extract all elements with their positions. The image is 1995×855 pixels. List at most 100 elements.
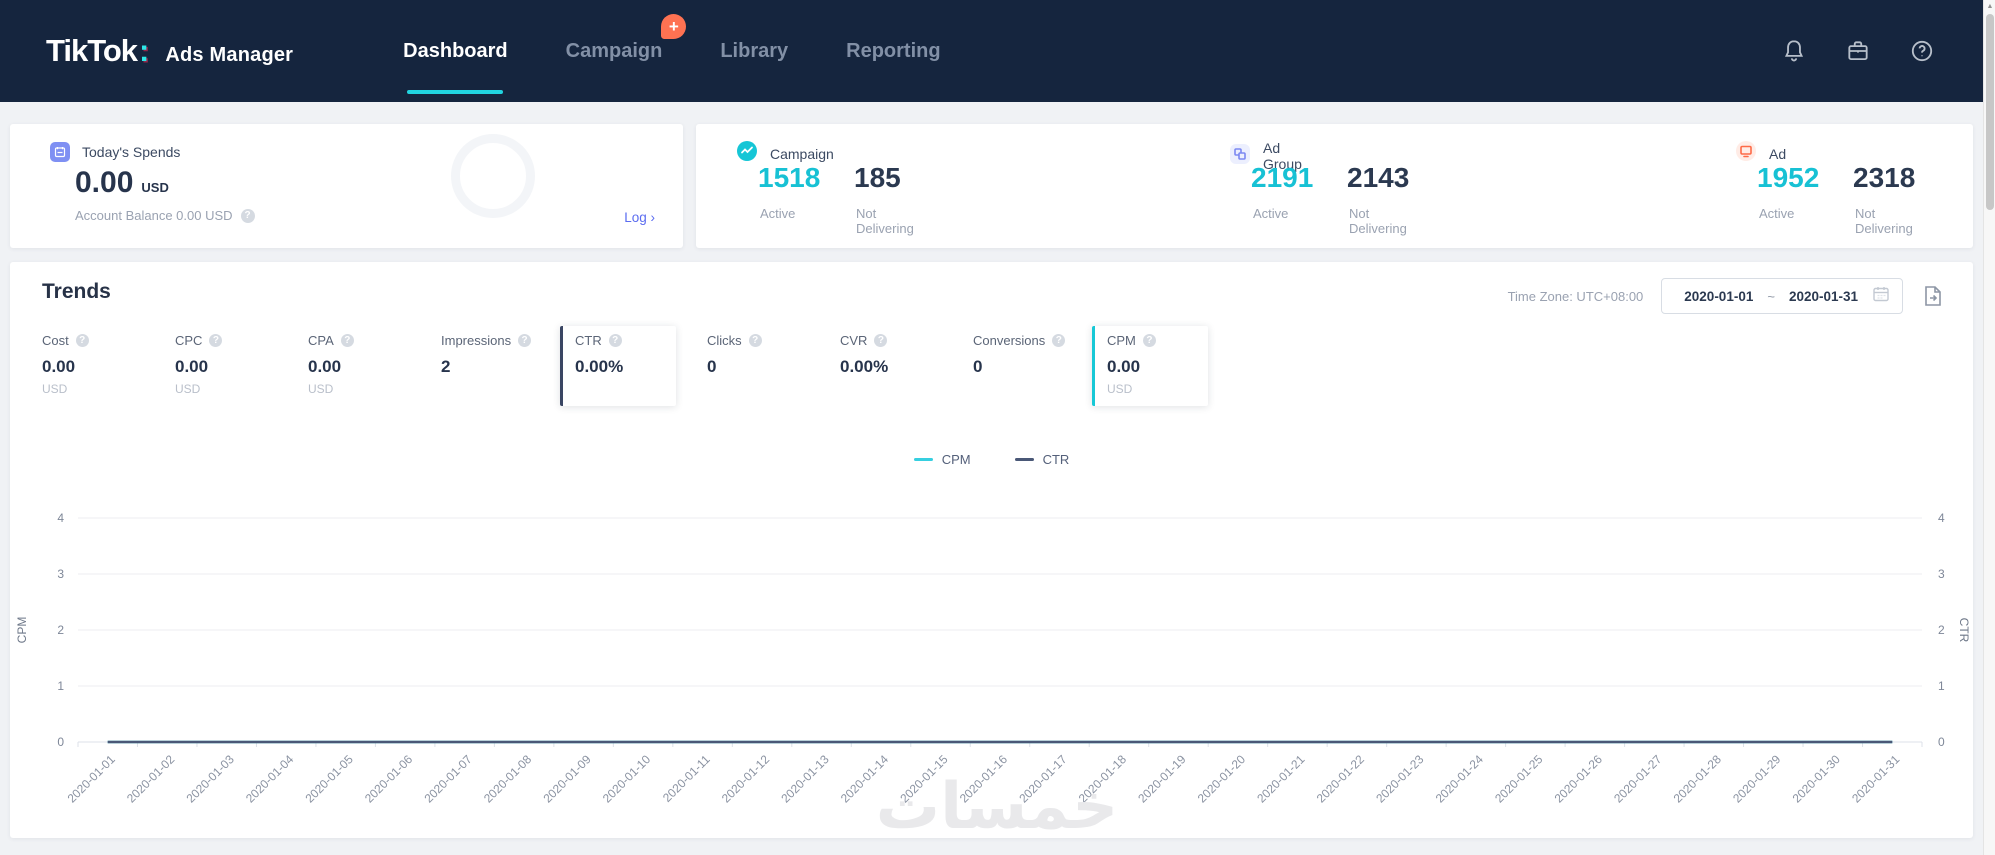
x-axis-label: 2020-01-20 bbox=[1195, 752, 1249, 806]
x-axis-label: 2020-01-29 bbox=[1730, 752, 1784, 806]
y-axis-tick-right: 4 bbox=[1938, 511, 1945, 525]
not-delivering-count[interactable]: 185 bbox=[854, 162, 901, 194]
metric-info-icon[interactable]: ? bbox=[874, 334, 888, 347]
bell-icon[interactable] bbox=[1781, 38, 1807, 64]
spends-title: Today's Spends bbox=[82, 144, 181, 160]
legend-item-ctr[interactable]: CTR bbox=[1014, 452, 1070, 467]
x-axis-label: 2020-01-24 bbox=[1433, 752, 1487, 806]
metric-unit: USD bbox=[42, 382, 68, 396]
not-delivering-count[interactable]: 2318 bbox=[1853, 162, 1915, 194]
not-delivering-count[interactable]: 2143 bbox=[1347, 162, 1409, 194]
briefcase-icon[interactable] bbox=[1845, 38, 1871, 64]
x-axis-label: 2020-01-10 bbox=[600, 752, 654, 806]
not-delivering-label: Not Delivering bbox=[1855, 206, 1913, 236]
date-end[interactable]: 2020-01-31 bbox=[1789, 289, 1858, 304]
balance-info-icon[interactable]: ? bbox=[240, 208, 255, 223]
active-count[interactable]: 1952 bbox=[1757, 162, 1819, 194]
metric-card-cvr[interactable]: CVR? 0.00% bbox=[826, 326, 942, 406]
legend-line-swatch bbox=[913, 458, 933, 461]
nav-tab-library[interactable]: Library bbox=[720, 0, 788, 102]
x-axis-label: 2020-01-21 bbox=[1254, 752, 1308, 806]
metric-info-icon[interactable]: ? bbox=[340, 334, 354, 347]
scrollbar-thumb[interactable] bbox=[1985, 14, 1994, 210]
not-delivering-label: Not Delivering bbox=[1349, 206, 1407, 236]
logo-colon: : bbox=[139, 33, 150, 68]
metric-label: Clicks bbox=[707, 333, 742, 348]
x-axis-label: 2020-01-01 bbox=[65, 752, 119, 806]
metric-value: 0 bbox=[973, 357, 983, 376]
active-label: Active bbox=[1759, 206, 1795, 221]
x-axis-label: 2020-01-03 bbox=[184, 752, 238, 806]
metric-info-icon[interactable]: ? bbox=[209, 334, 223, 347]
metric-label: CPA bbox=[308, 333, 334, 348]
y-axis-tick-right: 0 bbox=[1938, 735, 1945, 749]
metric-info-icon[interactable]: ? bbox=[518, 334, 532, 347]
metric-value: 2 bbox=[441, 357, 451, 376]
metric-value: 0.00 bbox=[175, 357, 209, 376]
metric-card-conversions[interactable]: Conversions? 0 bbox=[959, 326, 1075, 406]
metric-card-cost[interactable]: Cost? 0.00 USD bbox=[28, 326, 144, 406]
nav-tab-campaign[interactable]: Campaign + bbox=[566, 0, 687, 102]
new-feature-badge: + bbox=[661, 14, 687, 39]
y-axis-title-left: CPM bbox=[15, 617, 29, 644]
metric-info-icon[interactable]: ? bbox=[1052, 334, 1066, 347]
metric-info-icon[interactable]: ? bbox=[608, 334, 622, 347]
active-count[interactable]: 1518 bbox=[758, 162, 820, 194]
metric-card-ctr[interactable]: CTR? 0.00% bbox=[560, 326, 676, 406]
page-scrollbar[interactable]: ▲ bbox=[1983, 0, 1995, 855]
legend-line-swatch bbox=[1014, 458, 1034, 461]
x-axis-label: 2020-01-08 bbox=[481, 752, 535, 806]
x-axis-label: 2020-01-31 bbox=[1849, 752, 1903, 806]
x-axis-label: 2020-01-12 bbox=[719, 752, 773, 806]
metric-card-cpa[interactable]: CPA? 0.00 USD bbox=[294, 326, 410, 406]
x-axis-label: 2020-01-30 bbox=[1790, 752, 1844, 806]
y-axis-title-right: CTR bbox=[1957, 618, 1971, 643]
metric-card-cpm[interactable]: CPM? 0.00 USD bbox=[1092, 326, 1208, 406]
date-range-picker[interactable]: 2020-01-01 ~ 2020-01-31 bbox=[1661, 278, 1903, 314]
metric-label: Conversions bbox=[973, 333, 1046, 348]
legend-item-cpm[interactable]: CPM bbox=[913, 452, 971, 467]
metric-info-icon[interactable]: ? bbox=[748, 334, 762, 347]
x-axis-label: 2020-01-22 bbox=[1314, 752, 1368, 806]
trends-line-chart: 0 01 12 23 34 4CPM CTR2020-01-01 2020-01-02 2020… bbox=[15, 511, 1971, 806]
metric-label: Cost bbox=[42, 333, 69, 348]
date-start[interactable]: 2020-01-01 bbox=[1684, 289, 1753, 304]
x-axis-label: 2020-01-05 bbox=[302, 752, 356, 806]
ad-icon bbox=[1735, 140, 1757, 167]
timezone-label: Time Zone: UTC+08:00 bbox=[1507, 288, 1644, 304]
nav-tab-reporting[interactable]: Reporting bbox=[846, 0, 940, 102]
y-axis-tick-right: 3 bbox=[1938, 567, 1945, 581]
nav-tab-dashboard[interactable]: Dashboard bbox=[403, 0, 508, 102]
calendar-icon bbox=[1872, 285, 1890, 308]
x-axis-label: 2020-01-15 bbox=[897, 752, 951, 806]
metric-info-icon[interactable]: ? bbox=[1142, 334, 1156, 347]
metric-card-impressions[interactable]: Impressions? 2 bbox=[427, 326, 543, 406]
active-label: Active bbox=[1253, 206, 1289, 221]
spends-donut-chart bbox=[451, 134, 535, 218]
metric-value: 0.00% bbox=[840, 357, 889, 376]
scrollbar-up-arrow[interactable]: ▲ bbox=[1984, 0, 1995, 13]
spends-amount: 0.00 bbox=[75, 166, 134, 199]
export-report-icon[interactable] bbox=[1921, 284, 1945, 308]
help-icon[interactable] bbox=[1909, 38, 1935, 64]
metric-info-icon[interactable]: ? bbox=[75, 334, 89, 347]
metric-card-clicks[interactable]: Clicks? 0 bbox=[693, 326, 809, 406]
active-count[interactable]: 2191 bbox=[1251, 162, 1313, 194]
logo-product-name: Ads Manager bbox=[165, 44, 294, 66]
metric-card-cpc[interactable]: CPC? 0.00 USD bbox=[161, 326, 277, 406]
ad-group-icon bbox=[1229, 143, 1251, 170]
chevron-right-icon: › bbox=[650, 210, 656, 225]
y-axis-tick-left: 1 bbox=[57, 679, 64, 693]
active-tab-underline bbox=[407, 90, 504, 94]
y-axis-tick-left: 3 bbox=[57, 567, 64, 581]
metric-label-row: Conversions? bbox=[973, 333, 1075, 348]
legend-label: CTR bbox=[1042, 452, 1070, 467]
stat-name: Ad bbox=[1769, 145, 1787, 162]
metric-label-row: CVR? bbox=[840, 333, 942, 348]
x-axis-label: 2020-01-26 bbox=[1552, 752, 1606, 806]
spends-icon bbox=[50, 142, 70, 162]
header-icons bbox=[1781, 38, 1935, 64]
tiktok-logo[interactable]: TikTok : Ads Manager bbox=[46, 33, 293, 69]
metric-value: 0.00 bbox=[42, 357, 76, 376]
log-link[interactable]: Log › bbox=[624, 210, 655, 225]
